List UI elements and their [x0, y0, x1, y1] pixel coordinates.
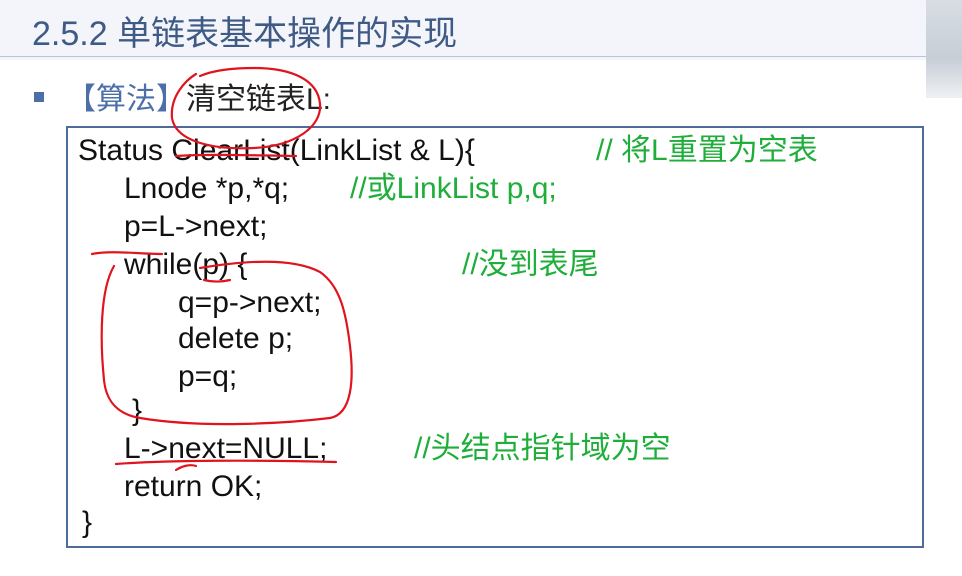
code-comment: //头结点指针域为空	[414, 432, 671, 465]
bullet-text: 清空链表L:	[186, 83, 332, 116]
code-line: q=p->next;	[178, 286, 321, 320]
code-text: delete p;	[178, 322, 294, 355]
slide-title: 2.5.2 单链表基本操作的实现	[32, 15, 458, 53]
code-line: Status ClearList(LinkList & L){	[78, 134, 475, 168]
code-line: return OK;	[124, 470, 262, 504]
code-comment: //没到表尾	[462, 248, 599, 281]
code-line: p=q;	[178, 360, 237, 394]
code-text: Status ClearList(LinkList & L){	[78, 134, 475, 167]
bullet-item: 【算法】清空链表L:	[34, 74, 331, 118]
algorithm-tag: 【算法】	[66, 83, 186, 116]
code-text: p=q;	[178, 360, 238, 393]
code-block: Status ClearList(LinkList & L){ // 将L重置为…	[66, 126, 924, 548]
code-text: }	[82, 506, 93, 539]
code-line: delete p;	[178, 322, 293, 356]
code-text: return OK;	[124, 470, 263, 503]
code-line: L->next=NULL;	[124, 432, 327, 466]
code-comment: //或LinkList p,q;	[350, 172, 557, 205]
slide: 2.5.2 单链表基本操作的实现 【算法】清空链表L: Status Clear…	[0, 0, 962, 576]
code-line: Lnode *p,*q;	[124, 172, 289, 206]
code-comment: // 将L重置为空表	[596, 134, 818, 167]
code-line: while(p) {	[124, 248, 247, 282]
bullet-square-icon	[34, 92, 44, 103]
code-text: q=p->next;	[178, 286, 322, 319]
code-text: }	[132, 394, 143, 427]
code-line: }	[82, 506, 92, 540]
title-divider	[0, 56, 930, 57]
code-text: while(p) {	[124, 248, 248, 281]
code-line: p=L->next;	[124, 210, 267, 244]
code-text: L->next=NULL;	[124, 432, 328, 465]
code-text: Lnode *p,*q;	[124, 172, 290, 205]
code-line: }	[132, 394, 142, 428]
presenter-video-thumbnail	[926, 0, 962, 98]
code-text: p=L->next;	[124, 210, 268, 243]
